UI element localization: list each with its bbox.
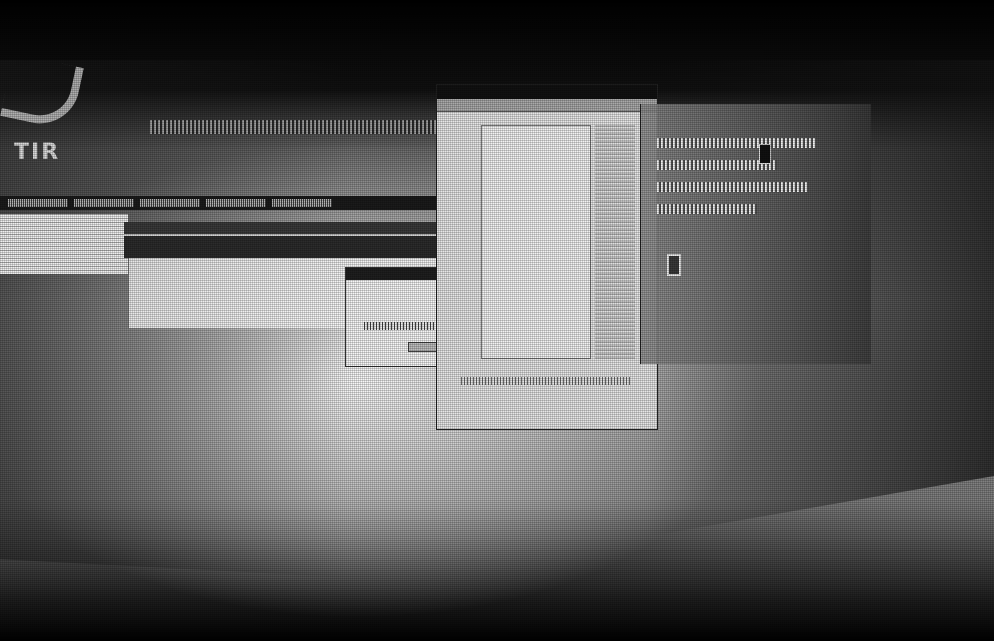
small-dialog [345, 267, 445, 367]
properties-panel [640, 104, 871, 364]
nav-tab-4[interactable] [206, 199, 266, 207]
nav-tab-5[interactable] [272, 199, 332, 207]
properties-row[interactable] [657, 182, 807, 192]
properties-icon [759, 144, 771, 164]
file-dialog-window [436, 84, 658, 430]
file-dialog-status [461, 377, 631, 385]
document-icon [667, 254, 681, 276]
file-list[interactable] [481, 125, 591, 359]
left-sidebar [0, 214, 128, 274]
properties-row[interactable] [657, 138, 817, 148]
top-navigation-bar [0, 196, 445, 210]
nav-tab-2[interactable] [74, 199, 134, 207]
small-dialog-titlebar[interactable] [346, 268, 444, 280]
photo-of-monitor: TIR [0, 0, 994, 641]
properties-row[interactable] [657, 204, 757, 214]
app-brand-text: TIR [14, 140, 61, 165]
file-list-column [595, 125, 635, 359]
small-dialog-input[interactable] [364, 322, 434, 330]
nav-tab-3[interactable] [140, 199, 200, 207]
file-dialog-toolbar [437, 99, 657, 112]
content-header [124, 222, 446, 258]
file-dialog-titlebar[interactable] [437, 85, 657, 99]
nav-tab-1[interactable] [8, 199, 68, 207]
page-banner [150, 120, 440, 134]
small-dialog-ok-button[interactable] [408, 342, 438, 352]
